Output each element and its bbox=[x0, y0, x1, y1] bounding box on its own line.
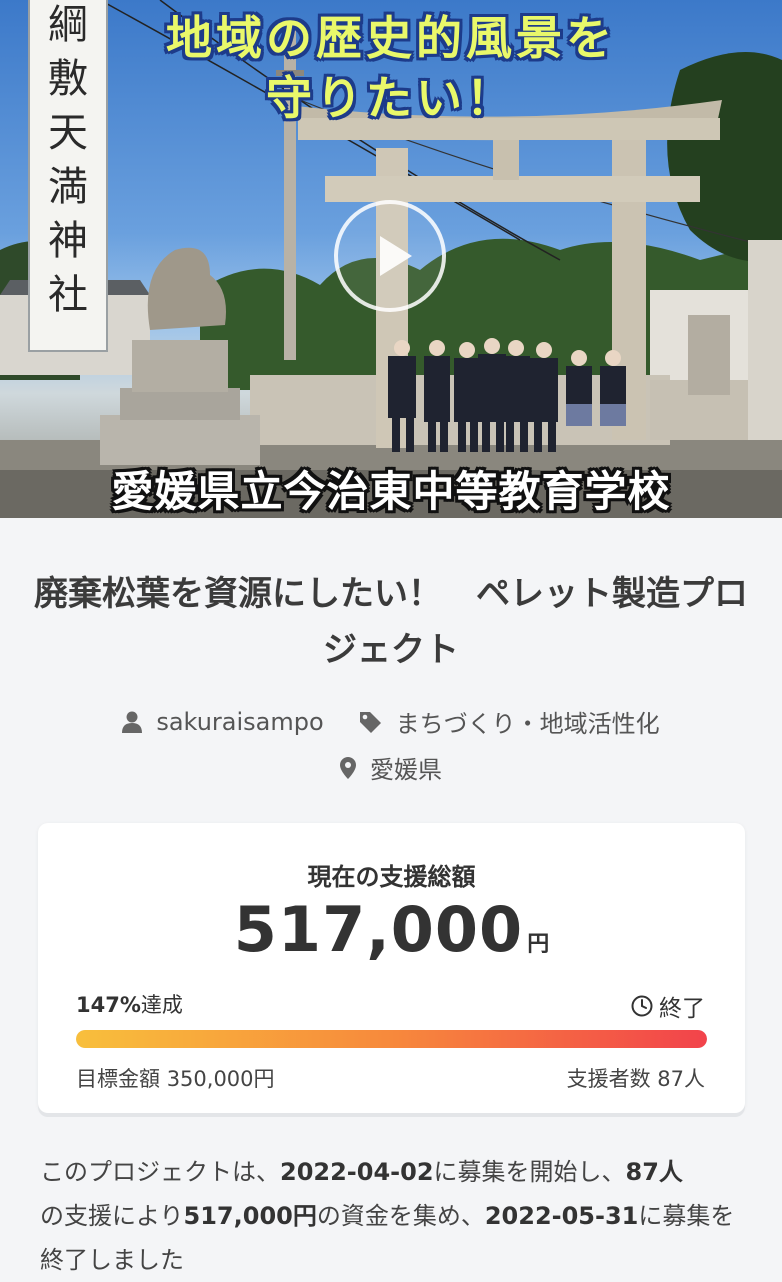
project-title: 廃棄松葉を資源にしたい！ ペレット製造プロジェクト bbox=[34, 574, 748, 670]
shrine-sign-char: 神 bbox=[48, 218, 88, 264]
progress-bar-fill bbox=[76, 1030, 707, 1048]
goal-label: 目標金額 bbox=[76, 1067, 160, 1091]
hero-headline-line1: 地域の歴史的風景を bbox=[166, 11, 616, 65]
author-link[interactable]: sakuraisampo bbox=[122, 707, 324, 736]
location-name: 愛媛県 bbox=[370, 756, 442, 784]
summary-text-part: の資金を集め、 bbox=[316, 1202, 485, 1230]
play-video-button[interactable] bbox=[334, 200, 446, 312]
user-icon bbox=[122, 711, 143, 733]
summary-text-part: に募集を開始し、 bbox=[433, 1158, 626, 1186]
funding-summary-card: 現在の支援総額 517,000 円 147%達成 終了 目標金額 350,000円… bbox=[38, 823, 745, 1113]
backer-count: 支援者数 87人 bbox=[567, 1063, 705, 1093]
shrine-sign-char: 満 bbox=[48, 164, 88, 210]
category-link[interactable]: まちづくり・地域活性化 bbox=[358, 704, 660, 739]
achievement-percent: 147% bbox=[76, 993, 141, 1017]
play-icon bbox=[380, 236, 412, 276]
achievement-rate: 147%達成 bbox=[76, 989, 183, 1019]
category-name: まちづくり・地域活性化 bbox=[395, 710, 660, 738]
backers-label: 支援者数 bbox=[566, 1067, 651, 1091]
clock-icon bbox=[631, 995, 653, 1017]
total-support-amount: 517,000 円 bbox=[38, 893, 745, 966]
achievement-suffix: 達成 bbox=[140, 993, 183, 1017]
project-meta-row: sakuraisampo まちづくり・地域活性化 bbox=[0, 704, 782, 739]
project-summary-text: このプロジェクトは、2022-04-02に募集を開始し、87人の支援により517… bbox=[40, 1150, 746, 1282]
goal-value: 350,000円 bbox=[166, 1067, 275, 1091]
summary-end-date: 2022-05-31 bbox=[484, 1202, 639, 1230]
map-pin-icon bbox=[340, 756, 356, 779]
status-text: 終了 bbox=[659, 996, 705, 1022]
author-name: sakuraisampo bbox=[156, 707, 324, 736]
summary-total: 517,000円 bbox=[183, 1202, 317, 1230]
summary-backers: 87人 bbox=[625, 1158, 683, 1186]
amount-currency: 円 bbox=[527, 932, 550, 957]
hero-headline-line2: 守りたい！ bbox=[266, 71, 516, 125]
summary-start-date: 2022-04-02 bbox=[280, 1158, 434, 1186]
summary-text-part: このプロジェクトは、 bbox=[40, 1158, 280, 1186]
school-name-caption: 愛媛県立今治東中等教育学校 bbox=[111, 467, 671, 516]
project-hero-video[interactable]: 綱 敷 天 満 神 社 地域の歴史的風景を 守りたい！ 愛媛県立今治東中等教育学… bbox=[0, 0, 782, 518]
tag-icon bbox=[359, 711, 381, 733]
progress-bar bbox=[76, 1030, 707, 1048]
amount-value: 517,000 bbox=[233, 893, 524, 966]
shrine-sign-char: 社 bbox=[48, 272, 88, 318]
backers-value: 87人 bbox=[657, 1067, 705, 1091]
total-support-label: 現在の支援総額 bbox=[307, 863, 476, 891]
campaign-status: 終了 bbox=[631, 989, 705, 1023]
summary-text-part: の支援により bbox=[40, 1202, 184, 1230]
project-location-row: 愛媛県 bbox=[0, 750, 782, 785]
location-link[interactable]: 愛媛県 bbox=[340, 750, 442, 785]
goal-amount: 目標金額 350,000円 bbox=[76, 1063, 275, 1093]
